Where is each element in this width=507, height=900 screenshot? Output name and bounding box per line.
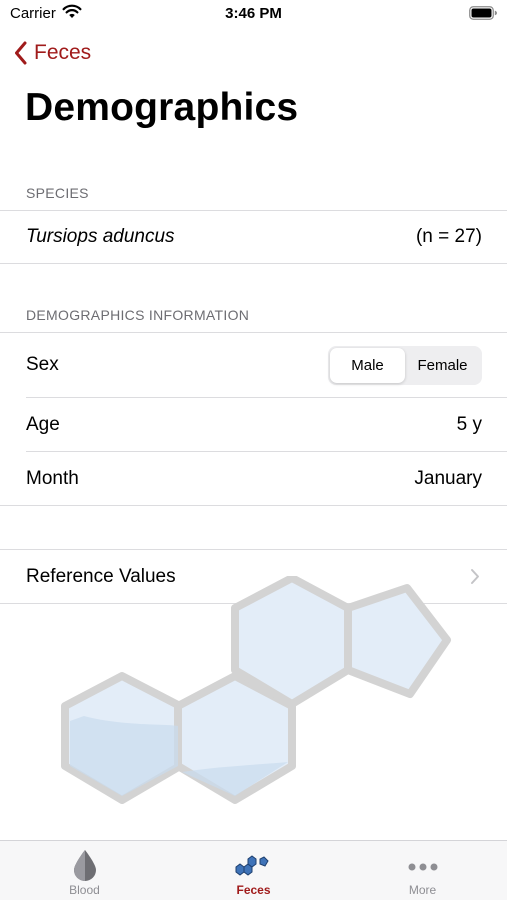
species-count: (n = 27) bbox=[415, 226, 482, 247]
tab-feces[interactable]: Feces bbox=[169, 841, 338, 900]
sex-option-male[interactable]: Male bbox=[330, 348, 405, 383]
tab-bar: Blood Feces More bbox=[0, 840, 507, 900]
demographics-section-header: DEMOGRAPHICS INFORMATION bbox=[26, 307, 250, 323]
tab-more-label: More bbox=[408, 883, 437, 897]
species-section-header: SPECIES bbox=[26, 185, 89, 201]
species-name: Tursiops aduncus bbox=[26, 226, 175, 247]
blood-drop-icon bbox=[73, 850, 96, 881]
sex-segmented-control[interactable]: Male Female bbox=[328, 346, 482, 385]
molecule-illustration bbox=[61, 576, 451, 804]
age-row[interactable]: Age 5 y bbox=[0, 398, 507, 451]
battery-icon bbox=[469, 6, 497, 25]
divider bbox=[0, 505, 507, 506]
back-label: Feces bbox=[34, 41, 92, 64]
status-bar: Carrier 3:46 PM bbox=[0, 0, 507, 28]
month-row[interactable]: Month January bbox=[0, 452, 507, 505]
month-value: January bbox=[414, 467, 482, 489]
tab-more[interactable]: More bbox=[338, 841, 507, 900]
tab-blood[interactable]: Blood bbox=[0, 841, 169, 900]
species-row: Tursiops aduncus (n = 27) bbox=[0, 211, 507, 263]
chevron-left-icon bbox=[15, 41, 27, 65]
page-title: Demographics bbox=[25, 86, 299, 129]
age-label: Age bbox=[26, 413, 60, 435]
sex-option-female[interactable]: Female bbox=[405, 348, 480, 383]
status-time: 3:46 PM bbox=[225, 5, 282, 22]
tab-blood-label: Blood bbox=[69, 883, 100, 897]
age-value: 5 y bbox=[456, 413, 482, 435]
back-button[interactable]: Feces bbox=[14, 38, 91, 68]
divider bbox=[0, 263, 507, 264]
more-dots-icon bbox=[408, 863, 437, 871]
chevron-right-icon bbox=[470, 568, 480, 590]
tab-feces-label: Feces bbox=[236, 883, 271, 897]
month-label: Month bbox=[26, 467, 79, 489]
molecule-icon bbox=[235, 855, 269, 876]
